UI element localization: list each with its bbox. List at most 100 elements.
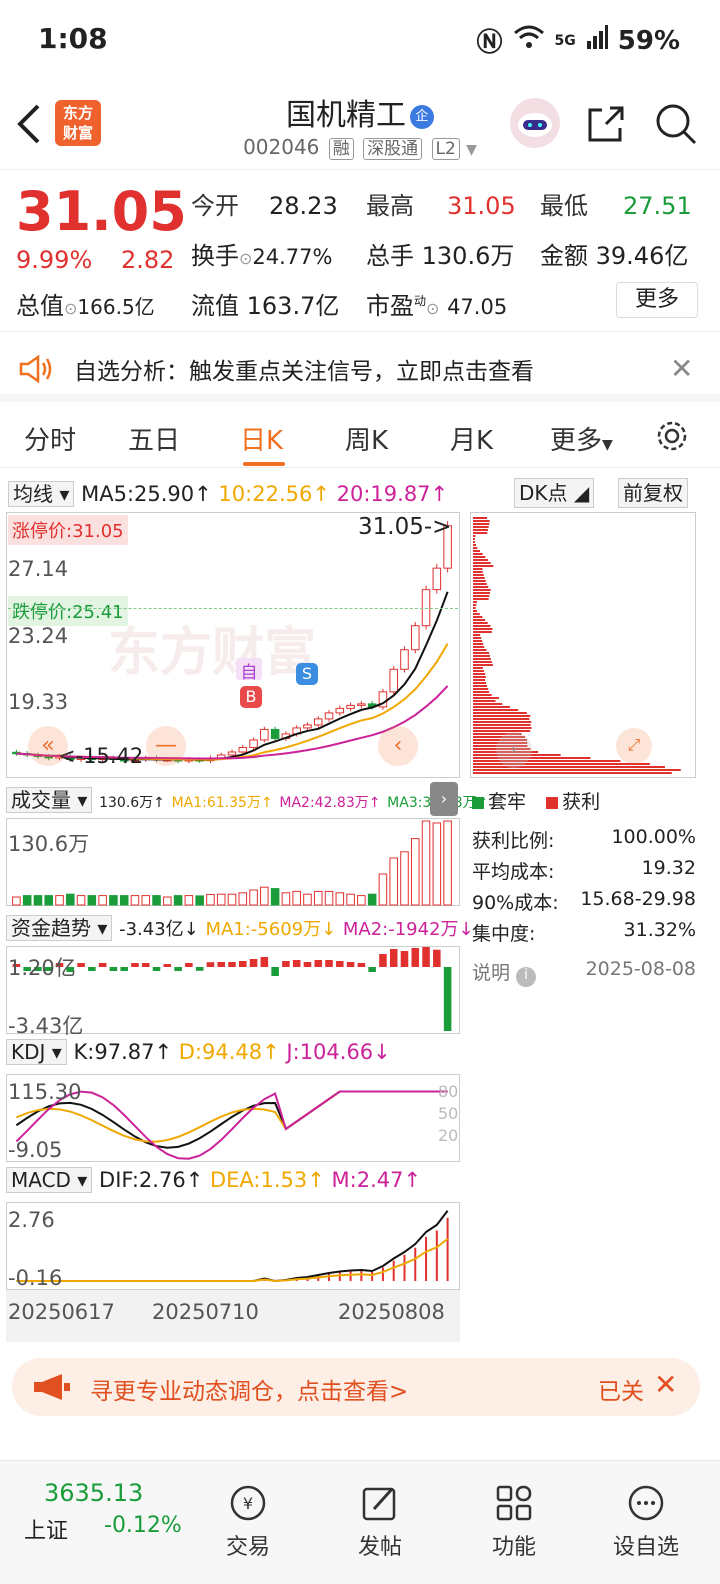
macd-selector[interactable]: MACD ▾ <box>6 1167 93 1193</box>
volume-bar <box>206 893 215 906</box>
chip-note[interactable]: 说明 i <box>472 958 537 987</box>
legend-profit-swatch <box>546 796 559 809</box>
chip-note-label: 说明 <box>472 962 511 984</box>
macd-bar <box>328 1273 331 1281</box>
candle <box>324 710 334 722</box>
chip-prev-button[interactable]: › <box>496 732 532 768</box>
volume-selector-label: 成交量 <box>11 788 71 812</box>
volume-bar <box>335 892 345 906</box>
turnover-row[interactable]: 换手⊙24.77% <box>191 236 332 271</box>
scroll-left-button[interactable]: « <box>28 726 68 766</box>
chip-bar <box>473 694 492 696</box>
scroll-right-button[interactable]: ‹ <box>378 726 418 766</box>
volume-bar <box>33 895 43 906</box>
volume-bar <box>249 889 258 906</box>
capital-ma2: MA2:-1942万↓ <box>342 919 474 940</box>
index-change[interactable]: -0.12% <box>104 1513 182 1538</box>
capital-bar <box>389 949 398 967</box>
adjust-button[interactable]: 前复权 <box>618 478 688 508</box>
self-select-marker[interactable]: 自 <box>236 658 262 683</box>
chip-bar <box>473 571 483 573</box>
index-name[interactable]: 上证 <box>24 1513 68 1545</box>
macd-bar <box>360 1271 363 1281</box>
more-quote-button[interactable]: 更多 <box>616 282 698 318</box>
chip-bar <box>473 688 489 690</box>
close-icon[interactable]: ✕ <box>670 352 693 385</box>
notice-text: 自选分析：触发重点关注信号，立即点击查看 <box>74 359 534 385</box>
expand-icon[interactable]: ⤢ <box>616 728 652 764</box>
mcap-row[interactable]: 总值⊙166.5亿 <box>16 286 155 321</box>
mcap-value: 166.5亿 <box>77 295 155 319</box>
bottom-bar: 3635.13 上证 -0.12% ¥ 交易 发帖 功能 设自选 <box>0 1460 720 1584</box>
tab-more[interactable]: 更多▼ <box>550 420 613 457</box>
tab-weekly-k[interactable]: 周K <box>345 420 388 457</box>
capital-bar <box>195 967 204 971</box>
pe-row[interactable]: 市盈动⊙ 47.05 <box>366 286 507 321</box>
banner-text: 寻更专业动态调仓，点击查看> <box>90 1379 409 1405</box>
analysis-notice[interactable]: 自选分析：触发重点关注信号，立即点击查看 ✕ <box>0 334 720 402</box>
close-icon[interactable]: ✕ <box>654 1368 677 1401</box>
chip-bar <box>473 757 591 759</box>
buy-marker[interactable]: B <box>240 686 262 708</box>
capital-bar <box>443 967 452 1031</box>
volume-bar <box>87 895 97 906</box>
function-button[interactable]: 功能 <box>474 1483 554 1561</box>
kdj-d: D:94.48↑ <box>178 1040 280 1064</box>
macd-bar <box>425 1236 428 1281</box>
post-label: 发帖 <box>357 1535 402 1560</box>
capital-bar <box>433 949 441 967</box>
capital-bar <box>163 964 172 967</box>
chip-bar <box>473 655 490 657</box>
collapse-panel-button[interactable]: › <box>430 782 458 816</box>
capital-y-bottom: -3.43亿 <box>8 1014 84 1038</box>
stock-name: 国机精工 <box>286 98 406 133</box>
settings-button[interactable] <box>654 418 690 458</box>
index-value[interactable]: 3635.13 <box>44 1479 143 1507</box>
kdj-j: J:104.66↓ <box>286 1040 391 1064</box>
zoom-out-button[interactable]: — <box>146 726 186 766</box>
post-button[interactable]: 发帖 <box>340 1483 420 1561</box>
y-tick-3: 19.33 <box>8 690 69 714</box>
kdj-y-bottom: -9.05 <box>8 1138 63 1162</box>
sell-marker[interactable]: S <box>296 663 318 685</box>
limit-down-line <box>8 608 458 609</box>
macd-bar <box>435 1230 438 1281</box>
search-button[interactable] <box>654 102 698 146</box>
cost90: 15.68-29.98 <box>580 888 696 910</box>
tab-five-day[interactable]: 五日 <box>128 420 180 457</box>
capital-bar <box>400 951 409 967</box>
candle <box>335 705 345 716</box>
volume-bar <box>130 895 140 906</box>
trade-button[interactable]: ¥ 交易 <box>208 1483 288 1561</box>
tab-daily-k[interactable]: 日K <box>240 420 283 457</box>
limit-down-label: 跌停价:25.41 <box>8 596 128 626</box>
kdj-selector[interactable]: KDJ ▾ <box>6 1039 67 1065</box>
chip-bar <box>473 526 489 528</box>
date-tick-3: 20250808 <box>338 1300 445 1324</box>
add-watchlist-button[interactable]: 设自选 <box>606 1483 686 1561</box>
chip-bar <box>473 529 488 531</box>
capital-selector[interactable]: 资金趋势 ▾ <box>6 915 113 941</box>
chip-bar <box>473 598 489 600</box>
chip-bar <box>473 667 483 669</box>
battery-level: 59% <box>617 25 680 56</box>
y-tick-1: 27.14 <box>8 557 69 581</box>
chip-bar <box>473 640 483 642</box>
promo-banner[interactable]: 寻更专业动态调仓，点击查看> 已关 ✕ <box>12 1358 700 1416</box>
low-marker: <-15.42 <box>58 744 144 768</box>
tab-monthly-k[interactable]: 月K <box>450 420 493 457</box>
chip-bar <box>473 631 492 633</box>
macd-y-bottom: -0.16 <box>8 1266 63 1290</box>
ma-selector[interactable]: 均线 ▾ <box>8 481 75 507</box>
volume-value: 130.6万↑ <box>99 795 165 811</box>
capital-bar <box>368 967 376 972</box>
tag-connect: 深股通 <box>363 138 423 160</box>
share-button[interactable] <box>586 104 626 144</box>
chip-bar <box>473 760 621 762</box>
robot-icon <box>518 113 552 137</box>
dk-point-button[interactable]: DK点 ◢ <box>514 478 595 508</box>
tab-intraday[interactable]: 分时 <box>24 420 76 457</box>
assistant-avatar[interactable] <box>510 98 560 148</box>
volume-selector[interactable]: 成交量 ▾ <box>6 787 93 813</box>
candle <box>303 722 312 731</box>
